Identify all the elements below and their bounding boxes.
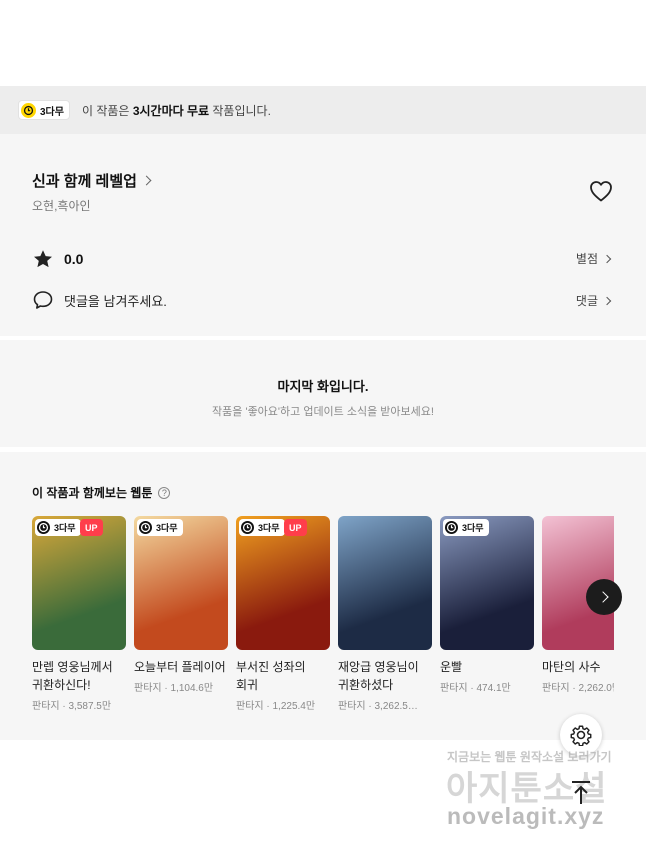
free-info-banner: 3다무 이 작품은 3시간마다 무료 작품입니다. <box>0 86 646 134</box>
wait-free-badge: 3다무 <box>137 519 183 536</box>
gear-icon <box>570 725 592 746</box>
viewer-end-page: 3다무 이 작품은 3시간마다 무료 작품입니다. 신과 함께 레벨업 오현,흑… <box>0 0 646 857</box>
star-icon <box>34 250 52 268</box>
recommend-card[interactable]: 3다무운빨판타지 · 474.1만 <box>440 516 534 694</box>
clock-icon <box>21 102 36 118</box>
series-info-section: 신과 함께 레벨업 오현,흑아인 0.0 별점 댓글을 남겨주세요. 댓글 <box>0 134 646 336</box>
comment-bubble-icon <box>33 291 53 309</box>
scroll-top-icon[interactable] <box>570 780 592 806</box>
recommend-heading: 이 작품과 함께보는 웹툰 <box>32 486 153 500</box>
recommend-carousel: 3다무 UP 만렙 영웅님께서 귀환하신다! 판타지 · 3,587.5만 3다무오늘부… <box>32 516 614 726</box>
wait-free-badge: 3다무 <box>18 100 70 120</box>
recommend-title: 부서진 성좌의 회귀 <box>236 660 306 692</box>
comment-prompt-text: 댓글을 남겨주세요. <box>64 293 167 309</box>
recommend-genre: 판타지 <box>134 683 162 694</box>
recommend-title: 오늘부터 플레이어 <box>134 660 226 674</box>
series-title-link[interactable]: 신과 함께 레벨업 <box>32 170 152 191</box>
chevron-right-icon <box>602 296 612 305</box>
rate-link-label: 별점 <box>575 252 598 266</box>
up-badge: UP <box>284 519 307 536</box>
recommend-genre: 판타지 <box>236 701 264 712</box>
recommend-meta: 판타지 · 3,262.5… <box>338 701 418 712</box>
recommend-title: 운빨 <box>440 660 463 674</box>
rate-link[interactable]: 별점 <box>575 250 612 267</box>
recommend-heading-row: 이 작품과 함께보는 웹툰 ? <box>32 484 171 501</box>
wait-free-badge: 3다무 <box>35 519 81 536</box>
free-info-message: 이 작품은 3시간마다 무료 작품입니다. <box>82 102 271 119</box>
recommend-cover[interactable] <box>338 516 432 650</box>
recommend-meta: 판타지 · 474.1만 <box>440 683 511 694</box>
comment-link[interactable]: 댓글 <box>575 292 612 309</box>
clock-icon <box>37 521 50 534</box>
recommend-cover[interactable]: 3다무 <box>134 516 228 650</box>
recommend-cover[interactable]: 3다무 UP <box>236 516 330 650</box>
series-title: 신과 함께 레벨업 <box>32 173 137 190</box>
recommend-genre: 판타지 <box>338 701 366 712</box>
recommend-meta: 판타지 · 3,587.5만 <box>32 701 112 712</box>
heart-icon[interactable] <box>589 180 613 202</box>
message-pre: 이 작품은 <box>81 103 133 118</box>
recommend-title: 만렙 영웅님께서 귀환하신다! <box>32 660 113 692</box>
wait-free-badge: 3다무 <box>443 519 489 536</box>
recommend-meta: 판타지 · 2,262.0만 <box>542 679 614 694</box>
chevron-right-icon <box>596 591 609 603</box>
recommend-genre: 판타지 <box>32 701 60 712</box>
recommend-card[interactable]: 재앙급 영웅님이 귀환하셨다판타지 · 3,262.5… <box>338 516 432 712</box>
badge-label: 3다무 <box>462 523 484 533</box>
badge-label: 3다무 <box>156 523 178 533</box>
recommend-genre: 판타지 <box>440 683 468 694</box>
carousel-next-button[interactable] <box>586 579 622 615</box>
recommend-meta: 판타지 · 1,104.6만 <box>134 683 214 694</box>
recommend-meta: 판타지 · 1,225.4만 <box>236 701 316 712</box>
comment-link-label: 댓글 <box>575 294 598 308</box>
recommend-title: 재앙급 영웅님이 귀환하셨다 <box>338 660 419 692</box>
rating-row: 0.0 <box>32 248 83 270</box>
recommend-views: 1,104.6만 <box>170 683 214 694</box>
recommend-card[interactable]: 3다무오늘부터 플레이어판타지 · 1,104.6만 <box>134 516 228 694</box>
clock-icon <box>445 521 458 534</box>
recommend-cover[interactable]: 3다무 UP <box>32 516 126 650</box>
last-episode-subtitle: 작품을 '좋아요'하고 업데이트 소식을 받아보세요! <box>212 406 434 418</box>
clock-icon <box>139 521 152 534</box>
watermark-line3: novelagit.xyz <box>447 803 605 829</box>
recommend-card[interactable]: 3다무 UP 부서진 성좌의 회귀판타지 · 1,225.4만 <box>236 516 330 712</box>
badge-label: 3다무 <box>40 106 64 118</box>
badge-label: 3다무 <box>54 523 76 533</box>
recommend-cover[interactable]: 3다무 <box>440 516 534 650</box>
last-episode-title: 마지막 화입니다. <box>277 379 369 394</box>
comment-prompt-row[interactable]: 댓글을 남겨주세요. <box>32 289 167 311</box>
recommend-views: 1,225.4만 <box>272 701 316 712</box>
wait-free-badge: 3다무 <box>239 519 285 536</box>
recommend-views: 474.1만 <box>476 683 511 694</box>
help-icon[interactable]: ? <box>158 486 171 499</box>
clock-icon <box>241 521 254 534</box>
recommend-views: 3,262.5… <box>374 701 418 712</box>
chevron-right-icon <box>602 254 612 263</box>
recommend-title: 마탄의 사수 <box>542 660 601 674</box>
recommend-views: 3,587.5만 <box>68 701 112 712</box>
rating-score: 0.0 <box>64 251 84 267</box>
up-badge: UP <box>80 519 103 536</box>
badge-label: 3다무 <box>258 523 280 533</box>
recommend-views: 2,262.0만 <box>578 683 615 694</box>
message-post: 작품입니다. <box>209 103 271 118</box>
last-episode-notice: 마지막 화입니다. 작품을 '좋아요'하고 업데이트 소식을 받아보세요! <box>0 340 646 447</box>
series-author: 오현,흑아인 <box>32 199 91 213</box>
recommend-genre: 판타지 <box>542 683 570 694</box>
recommend-card[interactable]: 3다무 UP 만렙 영웅님께서 귀환하신다! 판타지 · 3,587.5만 <box>32 516 126 712</box>
recommend-section: 이 작품과 함께보는 웹툰 ? 3다무 UP 만렙 영웅님께서 귀환하신다! 판타지 … <box>0 452 646 740</box>
chevron-right-icon <box>141 175 152 186</box>
message-bold: 3시간마다 무료 <box>132 103 210 118</box>
